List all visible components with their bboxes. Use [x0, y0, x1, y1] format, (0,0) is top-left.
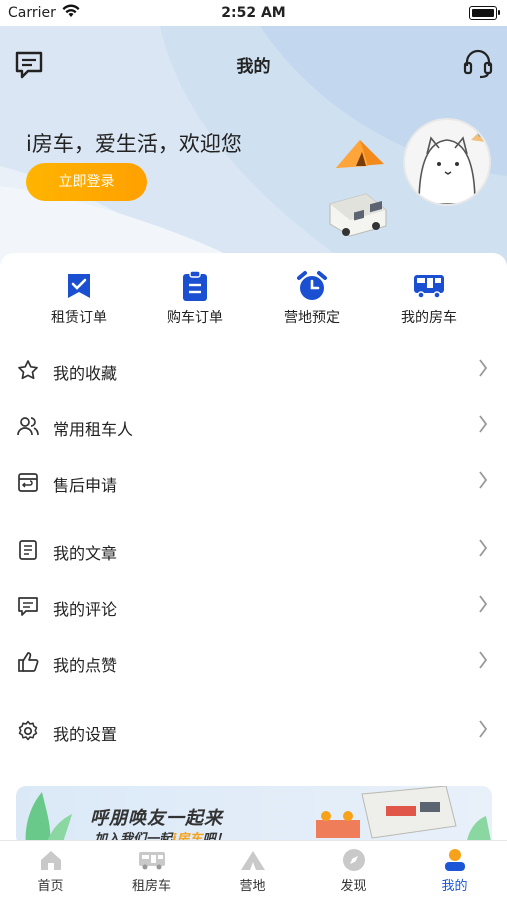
tab-label: 租房车 — [131, 879, 171, 894]
quick-action-rental-order[interactable]: 租赁订单 — [19, 269, 139, 327]
tab-label: 发现 — [340, 879, 367, 894]
tab-label: 首页 — [37, 879, 64, 894]
rv-icon — [369, 269, 489, 303]
menu-item-label: 售后申请 — [53, 476, 118, 495]
compass-icon — [303, 847, 404, 873]
menu-item-comments[interactable]: 我的评论 — [0, 584, 507, 628]
avatar[interactable] — [403, 118, 491, 206]
menu-item-favorites[interactable]: 我的收藏 — [0, 348, 507, 392]
menu-item-label: 我的收藏 — [53, 364, 118, 383]
tent-illustration — [332, 136, 388, 176]
tab-rent-rv[interactable]: 租房车 — [101, 847, 202, 894]
chevron-right-icon — [478, 719, 488, 743]
bottom-tab-bar: 首页 租房车 营地 发现 我的 — [0, 840, 507, 901]
chevron-right-icon — [478, 358, 488, 382]
welcome-text: i房车，爱生活，欢迎您 — [26, 132, 242, 156]
customer-service-icon[interactable] — [463, 48, 493, 84]
comment-icon — [17, 595, 39, 621]
chevron-right-icon — [478, 470, 488, 494]
quick-action-label: 购车订单 — [167, 310, 223, 326]
tab-label: 营地 — [239, 879, 266, 894]
chevron-right-icon — [478, 538, 488, 562]
menu-item-label: 我的文章 — [53, 544, 118, 563]
rv-icon — [101, 847, 202, 873]
tab-label: 我的 — [441, 879, 468, 894]
battery-icon — [469, 6, 500, 20]
document-icon — [17, 539, 39, 565]
menu-item-label: 我的设置 — [53, 725, 118, 744]
menu-item-label: 我的评论 — [53, 600, 118, 619]
purchase-order-icon — [135, 269, 255, 303]
tab-home[interactable]: 首页 — [0, 847, 101, 894]
chevron-right-icon — [478, 650, 488, 674]
home-icon — [0, 847, 101, 873]
menu-item-articles[interactable]: 我的文章 — [0, 528, 507, 572]
menu-item-likes[interactable]: 我的点赞 — [0, 640, 507, 684]
rental-order-icon — [19, 269, 139, 303]
quick-action-label: 营地预定 — [284, 310, 340, 326]
clock: 2:52 AM — [221, 5, 286, 21]
return-box-icon — [17, 471, 39, 497]
content-card: 租赁订单 购车订单 营地预定 我的房车 我的收藏 常用租车人 售后申请 我的文章… — [0, 253, 507, 843]
tab-camp[interactable]: 营地 — [202, 847, 303, 894]
profile-icon — [404, 847, 505, 873]
quick-action-label: 租赁订单 — [51, 310, 107, 326]
page-title: 我的 — [236, 57, 271, 77]
chevron-right-icon — [478, 414, 488, 438]
login-button[interactable]: 立即登录 — [26, 163, 147, 201]
invite-banner[interactable]: 呼朋唤友一起来 加入我们一起i房车吧！ — [16, 786, 492, 846]
menu-item-settings[interactable]: 我的设置 — [0, 709, 507, 753]
alarm-clock-icon — [252, 269, 372, 303]
menu-item-after-sales[interactable]: 售后申请 — [0, 460, 507, 504]
banner-title: 呼朋唤友一起来 — [90, 808, 223, 829]
quick-action-my-rv[interactable]: 我的房车 — [369, 269, 489, 327]
tab-discover[interactable]: 发现 — [303, 847, 404, 894]
quick-actions: 租赁订单 购车订单 营地预定 我的房车 — [0, 269, 507, 329]
menu-item-label: 我的点赞 — [53, 656, 118, 675]
thumbs-up-icon — [17, 651, 39, 677]
menu-item-label: 常用租车人 — [53, 420, 134, 439]
menu-item-frequent-renters[interactable]: 常用租车人 — [0, 404, 507, 448]
quick-action-label: 我的房车 — [401, 310, 457, 326]
banner-illustration — [25, 786, 492, 846]
rv-illustration — [326, 190, 390, 244]
profile-hero: 我的 i房车，爱生活，欢迎您 立即登录 — [0, 26, 507, 272]
tab-mine[interactable]: 我的 — [404, 847, 505, 894]
camp-icon — [202, 847, 303, 873]
star-icon — [17, 359, 39, 385]
gear-icon — [17, 720, 39, 746]
quick-action-camp-booking[interactable]: 营地预定 — [252, 269, 372, 327]
users-icon — [17, 415, 39, 441]
chevron-right-icon — [478, 594, 488, 618]
status-bar: Carrier 2:52 AM — [0, 0, 507, 26]
quick-action-purchase-order[interactable]: 购车订单 — [135, 269, 255, 327]
